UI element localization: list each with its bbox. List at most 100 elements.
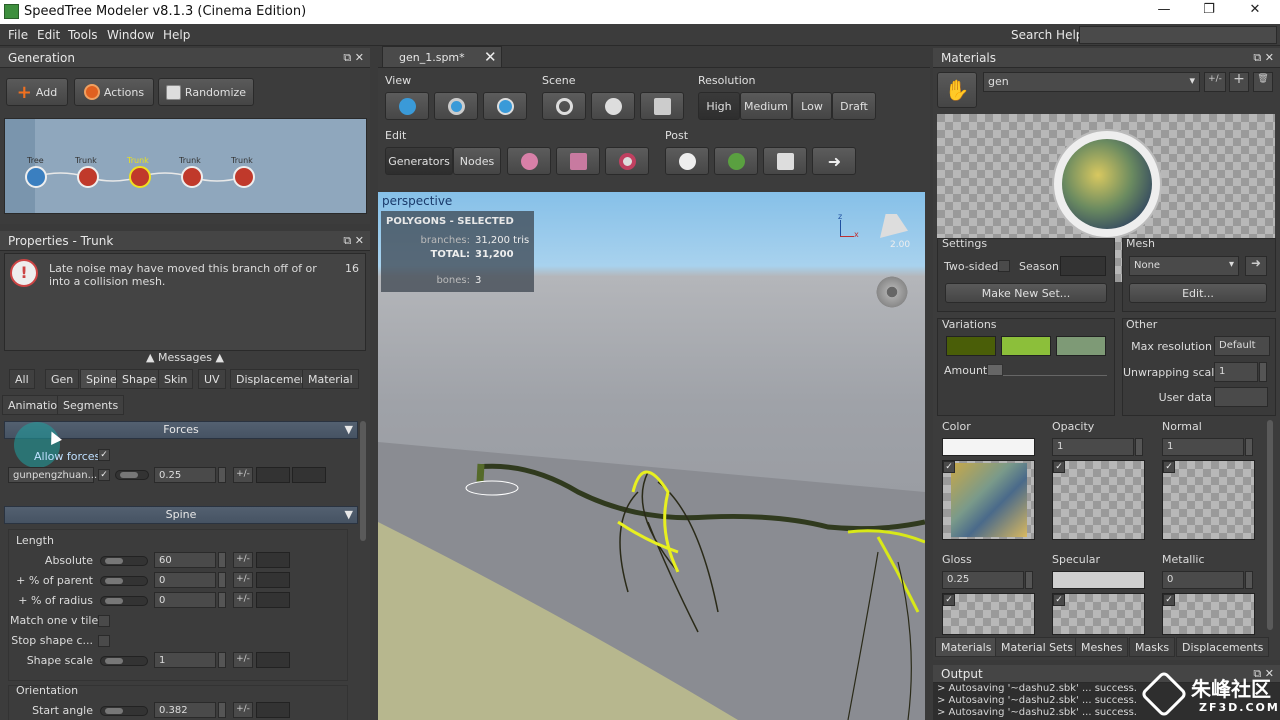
minimize-button[interactable]: —	[1153, 2, 1175, 22]
allow-forces-checkbox[interactable]: ✓	[98, 449, 110, 461]
tab-material[interactable]: Material	[302, 369, 359, 389]
shape-scale-spinner[interactable]	[218, 652, 226, 668]
force-plusminus[interactable]: +/-	[233, 467, 253, 483]
trunk-node-4[interactable]	[233, 166, 255, 188]
gloss-field[interactable]: 0.25	[942, 571, 1024, 589]
mesh-edit-button[interactable]: Edit...	[1129, 283, 1267, 303]
start-angle-swatch[interactable]	[256, 702, 290, 718]
tab-shape[interactable]: Shape	[116, 369, 163, 389]
resolution-draft[interactable]: Draft	[832, 92, 876, 120]
material-select[interactable]: gen ▾	[983, 72, 1200, 92]
absolute-slider[interactable]	[100, 556, 148, 566]
gloss-texture-slot[interactable]: ✓	[942, 593, 1035, 635]
specular-texture-checkbox[interactable]: ✓	[1053, 594, 1065, 606]
menu-file[interactable]: File	[8, 28, 28, 42]
generators-mode-button[interactable]: Generators	[385, 147, 453, 175]
absolute-plusminus[interactable]: +/-	[233, 552, 253, 568]
search-help-input[interactable]	[1079, 26, 1277, 44]
post-next-button[interactable]: ➜	[812, 147, 856, 175]
shape-scale-swatch[interactable]	[256, 652, 290, 668]
pct-parent-swatch[interactable]	[256, 572, 290, 588]
normal-texture-slot[interactable]: ✓	[1162, 460, 1255, 540]
pct-parent-plusminus[interactable]: +/-	[233, 572, 253, 588]
material-plusminus[interactable]: +/-	[1204, 72, 1226, 92]
force-slider[interactable]	[115, 470, 149, 480]
user-data-field[interactable]	[1214, 387, 1268, 407]
force-value-field[interactable]: 0.25	[154, 467, 216, 483]
tab-materials[interactable]: Materials	[935, 637, 998, 657]
metallic-texture-slot[interactable]: ✓	[1162, 593, 1255, 635]
metallic-field[interactable]: 0	[1162, 571, 1244, 589]
force-enabled-checkbox[interactable]: ✓	[98, 469, 110, 481]
stop-shape-checkbox[interactable]	[98, 635, 110, 647]
specular-swatch[interactable]	[1052, 571, 1145, 589]
view-globe-button[interactable]	[385, 92, 429, 120]
pct-parent-spinner[interactable]	[218, 572, 226, 588]
unwrapping-spinner[interactable]	[1259, 362, 1267, 382]
trunk-node-3[interactable]	[181, 166, 203, 188]
tree-node[interactable]	[25, 166, 47, 188]
gloss-texture-checkbox[interactable]: ✓	[943, 594, 955, 606]
pct-radius-spinner[interactable]	[218, 592, 226, 608]
opacity-spinner[interactable]	[1135, 438, 1143, 456]
fan-wind-icon[interactable]	[874, 274, 910, 310]
start-angle-slider[interactable]	[100, 706, 148, 716]
max-resolution-select[interactable]: Default	[1214, 336, 1270, 356]
pct-radius-plusminus[interactable]: +/-	[233, 592, 253, 608]
messages-toggle[interactable]: ▲ Messages ▲	[4, 351, 366, 365]
two-sided-checkbox[interactable]	[998, 260, 1010, 272]
edit-eye-button[interactable]	[605, 147, 649, 175]
normal-texture-checkbox[interactable]: ✓	[1163, 461, 1175, 473]
opacity-texture-checkbox[interactable]: ✓	[1053, 461, 1065, 473]
tab-gen[interactable]: Gen	[45, 369, 80, 389]
scene-light-button[interactable]	[640, 92, 684, 120]
tab-meshes[interactable]: Meshes	[1075, 637, 1129, 657]
pct-radius-slider[interactable]	[100, 596, 148, 606]
edit-add-node-button[interactable]	[556, 147, 600, 175]
post-cluster-button[interactable]	[665, 147, 709, 175]
force-name-field[interactable]: gunpengzhuan...	[8, 467, 97, 483]
randomize-button[interactable]: Randomize	[158, 78, 254, 106]
tab-displacements[interactable]: Displacements	[1176, 637, 1270, 657]
variation-swatch-1[interactable]	[946, 336, 996, 356]
pct-parent-field[interactable]: 0	[154, 572, 216, 588]
nodes-mode-button[interactable]: Nodes	[453, 147, 501, 175]
match-one-v-tile-checkbox[interactable]	[98, 615, 110, 627]
tab-segments[interactable]: Segments	[57, 395, 125, 415]
tab-uv[interactable]: UV	[198, 369, 226, 389]
tab-skin[interactable]: Skin	[158, 369, 194, 389]
shape-scale-plusminus[interactable]: +/-	[233, 652, 253, 668]
make-new-set-button[interactable]: Make New Set...	[945, 283, 1107, 303]
absolute-swatch[interactable]	[256, 552, 290, 568]
pct-parent-slider[interactable]	[100, 576, 148, 586]
mesh-go-arrow-icon[interactable]: ➜	[1245, 256, 1267, 276]
add-button[interactable]: + Add	[6, 78, 68, 106]
specular-texture-slot[interactable]: ✓	[1052, 593, 1145, 635]
variation-swatch-3[interactable]	[1056, 336, 1106, 356]
start-angle-field[interactable]: 0.382	[154, 702, 216, 718]
menu-help[interactable]: Help	[163, 28, 190, 42]
normal-field[interactable]: 1	[1162, 438, 1244, 456]
menu-edit[interactable]: Edit	[37, 28, 60, 42]
scene-magnet-button[interactable]	[542, 92, 586, 120]
pct-radius-swatch[interactable]	[256, 592, 290, 608]
metallic-spinner[interactable]	[1245, 571, 1253, 589]
trunk-node-1[interactable]	[77, 166, 99, 188]
start-angle-spinner[interactable]	[218, 702, 226, 718]
view-zoom-button[interactable]	[483, 92, 527, 120]
resolution-medium[interactable]: Medium	[740, 92, 792, 120]
amount-slider-handle[interactable]	[987, 364, 1003, 376]
viewport-3d[interactable]: perspective POLYGONS - SELECTED branches…	[378, 192, 925, 720]
tab-all[interactable]: All	[9, 369, 35, 389]
panel-controls[interactable]: ⧉ ✕	[1253, 51, 1274, 65]
menu-tools[interactable]: Tools	[68, 28, 98, 42]
maximize-button[interactable]: ❐	[1198, 2, 1220, 22]
spine-section-header[interactable]: Spine ▼	[4, 506, 358, 524]
color-texture-checkbox[interactable]: ✓	[943, 461, 955, 473]
absolute-field[interactable]: 60	[154, 552, 216, 568]
panel-controls[interactable]: ⧉ ✕	[343, 51, 364, 65]
view-orbit-button[interactable]	[434, 92, 478, 120]
force-curve[interactable]	[292, 467, 326, 483]
post-export-button[interactable]	[763, 147, 807, 175]
metallic-texture-checkbox[interactable]: ✓	[1163, 594, 1175, 606]
